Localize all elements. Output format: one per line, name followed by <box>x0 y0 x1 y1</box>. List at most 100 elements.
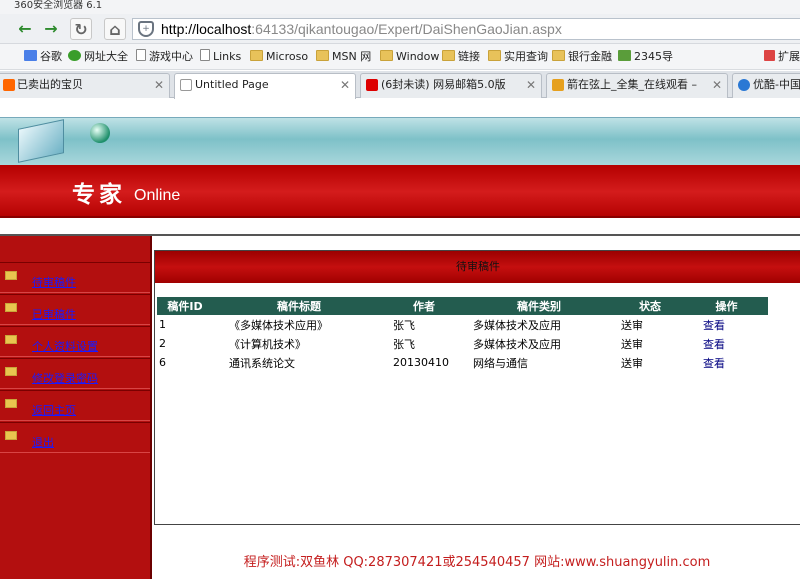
column-header: 状态 <box>615 297 685 315</box>
cell-id: 2 <box>159 337 166 350</box>
sidebar-item-label[interactable]: 待审稿件 <box>32 274 76 290</box>
refresh-icon[interactable]: ↻ <box>70 18 92 40</box>
tab-netease-mail[interactable]: (6封未读) 网易邮箱5.0版 ✕ <box>360 73 542 98</box>
page-icon <box>180 79 192 91</box>
folder-icon <box>5 431 17 440</box>
cell-author: 20130410 <box>393 356 449 369</box>
table-header-row: 稿件ID 稿件标题 作者 稿件类别 状态 操作 <box>157 297 768 315</box>
cell-author: 张飞 <box>393 318 415 332</box>
folder-icon <box>5 271 17 280</box>
folder-icon <box>488 50 501 61</box>
back-arrow-icon[interactable]: ← <box>14 18 36 40</box>
security-shield-icon: + <box>138 21 154 37</box>
folder-icon <box>5 335 17 344</box>
footer-credits: 程序测试:双鱼林 QQ:287307421或254540457 网站:www.s… <box>243 555 711 570</box>
cell-title: 《多媒体技术应用》 <box>229 318 328 332</box>
computer-illustration <box>18 119 64 163</box>
close-icon[interactable]: ✕ <box>712 74 722 96</box>
navigation-bar: ← → ↻ ⌂ + http://localhost:64133/qikanto… <box>0 14 800 44</box>
sidebar-item-logout[interactable]: 退出 <box>0 422 150 453</box>
address-bar[interactable]: + http://localhost:64133/qikantougao/Exp… <box>132 18 800 40</box>
cell-category: 多媒体技术及应用 <box>473 318 561 332</box>
cell-category: 网络与通信 <box>473 356 528 370</box>
site-icon <box>3 79 15 91</box>
bookmarks-bar: 谷歌 网址大全 游戏中心 Links Microso MSN 网 Window … <box>0 44 800 70</box>
site-icon <box>68 50 81 61</box>
view-link[interactable]: 查看 <box>703 319 725 332</box>
cell-title: 通讯系统论文 <box>229 356 295 370</box>
site-icon <box>618 50 631 61</box>
folder-icon <box>5 399 17 408</box>
close-icon[interactable]: ✕ <box>340 74 350 96</box>
cell-author: 张飞 <box>393 337 415 351</box>
youku-icon <box>738 79 750 91</box>
cell-status: 送审 <box>621 337 643 351</box>
bookmark-item[interactable]: 游戏中心 <box>136 49 193 65</box>
site-header: 专家 Online <box>0 165 800 218</box>
column-header: 稿件ID <box>157 297 213 315</box>
folder-icon <box>316 50 329 61</box>
cell-id: 1 <box>159 318 166 331</box>
cell-id: 6 <box>159 356 166 369</box>
page-icon <box>200 49 210 61</box>
bookmark-item[interactable]: Links <box>200 49 241 65</box>
view-link[interactable]: 查看 <box>703 338 725 351</box>
bookmark-item[interactable]: 网址大全 <box>68 49 128 65</box>
column-header: 稿件类别 <box>463 297 615 315</box>
sidebar-item-change-password[interactable]: 修改登录密码 <box>0 358 150 389</box>
google-icon <box>24 50 37 61</box>
bookmark-folder[interactable]: 银行金融 <box>552 49 612 65</box>
address-url: http://localhost:64133/qikantougao/Exper… <box>161 21 562 37</box>
folder-icon <box>5 303 17 312</box>
column-header: 稿件标题 <box>213 297 385 315</box>
bookmark-folder[interactable]: 实用查询 <box>488 49 548 65</box>
tab-youku[interactable]: 优酷-中国 <box>732 73 800 98</box>
table-row: 6 通讯系统论文 20130410 网络与通信 送审 查看 <box>157 353 768 372</box>
folder-icon <box>5 367 17 376</box>
cell-category: 多媒体技术及应用 <box>473 337 561 351</box>
sidebar-item-label[interactable]: 已审稿件 <box>32 306 76 322</box>
bookmark-item[interactable]: 谷歌 <box>24 49 62 65</box>
sidebar-item-label[interactable]: 修改登录密码 <box>32 370 98 386</box>
forward-arrow-icon[interactable]: → <box>40 18 62 40</box>
sidebar-item-label[interactable]: 返回主页 <box>32 402 76 418</box>
close-icon[interactable]: ✕ <box>154 74 164 96</box>
column-header: 操作 <box>685 297 768 315</box>
extensions-icon <box>764 50 775 61</box>
folder-icon <box>442 50 455 61</box>
papers-table: 稿件ID 稿件标题 作者 稿件类别 状态 操作 1 《多媒体技术应用》 张飞 多… <box>157 297 768 372</box>
sidebar-item-home[interactable]: 返回主页 <box>0 390 150 421</box>
extensions-button[interactable]: 扩展 <box>764 49 800 65</box>
folder-icon <box>552 50 565 61</box>
tab-untitled-page[interactable]: Untitled Page ✕ <box>174 73 356 99</box>
cell-status: 送审 <box>621 318 643 332</box>
sidebar-item-pending-papers[interactable]: 待审稿件 <box>0 262 150 293</box>
home-icon[interactable]: ⌂ <box>104 18 126 40</box>
mail-icon <box>366 79 378 91</box>
header-divider <box>0 216 800 218</box>
table-row: 2 《计算机技术》 张飞 多媒体技术及应用 送审 查看 <box>157 334 768 353</box>
cell-status: 送审 <box>621 356 643 370</box>
close-icon[interactable]: ✕ <box>526 74 536 96</box>
view-link[interactable]: 查看 <box>703 357 725 370</box>
bookmark-folder[interactable]: 链接 <box>442 49 480 65</box>
globe-illustration <box>90 123 110 143</box>
sidebar-item-label[interactable]: 退出 <box>32 434 54 450</box>
cell-title: 《计算机技术》 <box>229 337 306 351</box>
page-banner <box>0 117 800 165</box>
main-panel: 待审稿件 稿件ID 稿件标题 作者 稿件类别 状态 操作 1 《多媒体技术应用》… <box>154 250 800 525</box>
sidebar-item-label[interactable]: 个人资料设置 <box>32 338 98 354</box>
sidebar-item-profile-settings[interactable]: 个人资料设置 <box>0 326 150 357</box>
site-logo: 专家 <box>72 181 126 208</box>
tab-sold-items[interactable]: 已卖出的宝贝 ✕ <box>0 73 170 98</box>
window-title: 360安全浏览器 6.1 <box>0 0 800 14</box>
bookmark-item[interactable]: 2345导 <box>618 49 673 65</box>
bookmark-folder[interactable]: Microso <box>250 49 308 65</box>
sohu-icon <box>552 79 564 91</box>
tab-video-sohu[interactable]: 箭在弦上_全集_在线观看 – ✕ <box>546 73 728 98</box>
bookmark-folder[interactable]: MSN 网 <box>316 49 371 65</box>
sidebar-item-reviewed-papers[interactable]: 已审稿件 <box>0 294 150 325</box>
bookmark-folder[interactable]: Window <box>380 49 439 65</box>
page-icon <box>136 49 146 61</box>
site-logo-suffix: Online <box>134 187 181 204</box>
